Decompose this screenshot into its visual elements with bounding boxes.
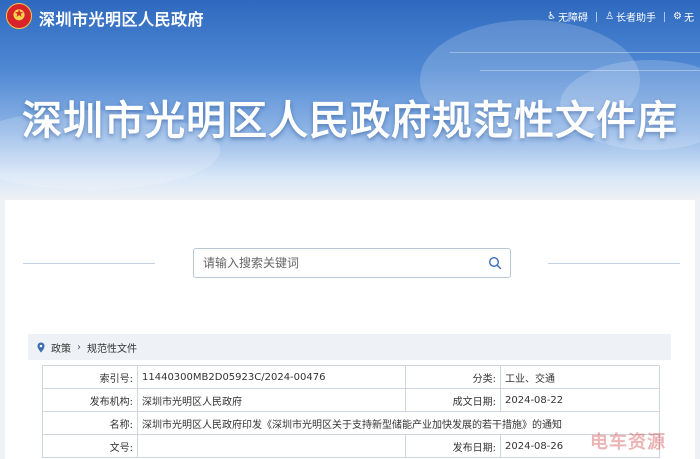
issuer-label: 发布机构: (42, 388, 138, 412)
toolbar-divider (596, 11, 598, 22)
table-row: 名称: 深圳市光明区人民政府印发《深圳市光明区关于支持新型储能产业加快发展的若干… (42, 411, 660, 435)
search-box (193, 248, 511, 278)
issuer-value: 深圳市光明区人民政府 (137, 388, 406, 412)
breadcrumb-item-normative-documents[interactable]: 规范性文件 (87, 340, 137, 355)
accessibility-label: 无障碍 (558, 13, 589, 24)
search-input[interactable] (194, 249, 480, 277)
category-value: 工业、交通 (500, 365, 660, 389)
search-button[interactable] (480, 249, 510, 277)
top-bar: 深圳市光明区人民政府 ♿ 无障碍 ♙ 长者助手 ⚙ 无 (0, 0, 700, 34)
written-date-label: 成文日期: (405, 388, 501, 412)
accessibility-button[interactable]: ♿ 无障碍 (547, 9, 588, 24)
doc-number-label: 文号: (42, 434, 138, 458)
table-row: 发布机构: 深圳市光明区人民政府 成文日期: 2024-08-22 (42, 388, 660, 412)
document-meta-table: 索引号: 11440300MB2D05923C/2024-00476 分类: 工… (42, 365, 660, 458)
settings-icon: ⚙ (673, 11, 682, 22)
elder-assist-label: 长者助手 (616, 13, 657, 24)
settings-label: 无 (684, 13, 694, 24)
breadcrumb: 政策 › 规范性文件 (28, 334, 671, 360)
toolbar-divider (664, 11, 666, 22)
search-area (5, 248, 695, 280)
table-row: 索引号: 11440300MB2D05923C/2024-00476 分类: 工… (42, 365, 660, 389)
decorative-divider (548, 263, 680, 264)
accessibility-icon: ♿ (547, 11, 557, 22)
written-date-value: 2024-08-22 (500, 388, 660, 412)
search-icon (488, 256, 502, 270)
index-value: 11440300MB2D05923C/2024-00476 (137, 365, 406, 389)
name-value: 深圳市光明区人民政府印发《深圳市光明区关于支持新型储能产业加快发展的若干措施》的… (137, 411, 660, 435)
elder-assist-icon: ♙ (605, 11, 615, 22)
table-row: 文号: 发布日期: 2024-08-26 (42, 434, 660, 458)
site-name[interactable]: 深圳市光明区人民政府 (39, 6, 204, 30)
location-pin-icon (37, 342, 45, 352)
chevron-right-icon: › (77, 341, 81, 353)
breadcrumb-item-policy[interactable]: 政策 (51, 340, 71, 355)
page-title: 深圳市光明区人民政府规范性文件库 (22, 98, 678, 144)
toolbar: ♿ 无障碍 ♙ 长者助手 ⚙ 无 (547, 9, 694, 24)
name-label: 名称: (42, 411, 138, 435)
doc-number-value (137, 434, 406, 458)
published-date-label: 发布日期: (405, 434, 501, 458)
index-label: 索引号: (42, 365, 138, 389)
content-panel: 政策 › 规范性文件 索引号: 11440300MB2D05923C/2024-… (5, 200, 695, 459)
government-emblem-icon (6, 3, 32, 29)
elder-assist-button[interactable]: ♙ 长者助手 (605, 9, 656, 24)
watermark: 电车资源 (590, 432, 666, 453)
category-label: 分类: (405, 365, 501, 389)
settings-button[interactable]: ⚙ 无 (673, 9, 694, 24)
decorative-divider (23, 263, 155, 264)
